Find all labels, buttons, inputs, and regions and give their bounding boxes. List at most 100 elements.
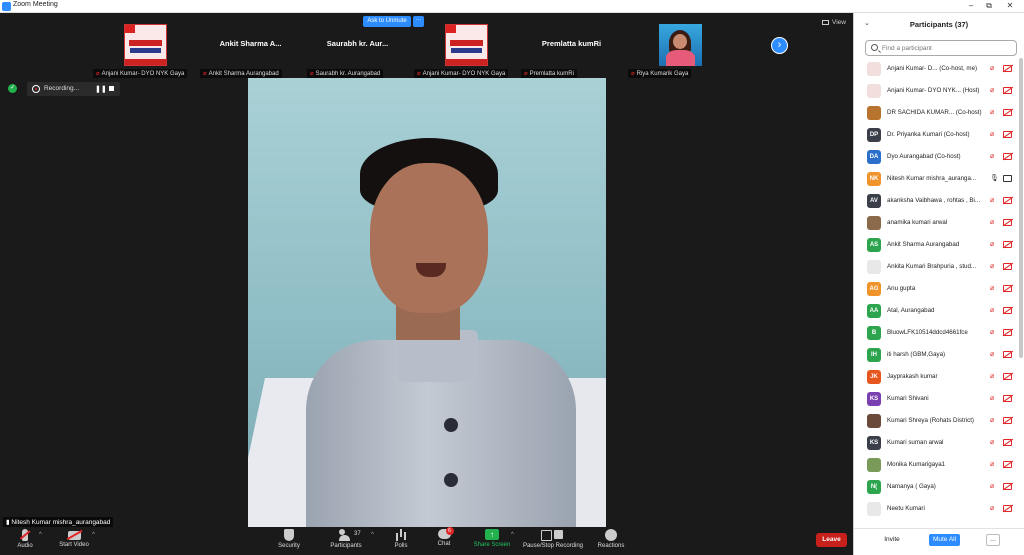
search-input[interactable] bbox=[882, 43, 1012, 54]
ask-to-unmute-button[interactable]: Ask to Unmute bbox=[363, 16, 411, 27]
maximize-icon[interactable]: ⧉ bbox=[982, 0, 996, 12]
mic-muted-icon[interactable]: ⌀ bbox=[990, 328, 994, 336]
video-caret-icon[interactable]: ^ bbox=[92, 532, 95, 538]
pause-stop-recording-button[interactable]: Pause/Stop Recording bbox=[520, 529, 586, 549]
participant-row[interactable]: B BluowLFK10514ddcd4661fce ⌀ bbox=[854, 322, 1019, 344]
gallery-tile[interactable]: ⌀ Anjani Kumar- DYO NYK Gaya bbox=[411, 15, 518, 78]
participant-row[interactable]: NK Nitesh Kumar mishra_auranga... 🎙 bbox=[854, 168, 1019, 190]
video-off-icon[interactable] bbox=[1003, 263, 1012, 270]
video-off-icon[interactable] bbox=[1003, 109, 1012, 116]
video-off-icon[interactable] bbox=[1003, 351, 1012, 358]
mic-icon[interactable]: 🎙 bbox=[990, 174, 999, 182]
chat-button[interactable]: 6 Chat bbox=[431, 527, 457, 547]
video-off-icon[interactable] bbox=[1003, 483, 1012, 490]
participant-row[interactable]: anamika kumari arwal ⌀ bbox=[854, 212, 1019, 234]
mic-muted-icon[interactable]: ⌀ bbox=[990, 196, 994, 204]
minimize-icon[interactable]: – bbox=[964, 0, 978, 12]
more-button[interactable]: ... bbox=[986, 534, 1000, 546]
mic-muted-icon[interactable]: ⌀ bbox=[990, 394, 994, 402]
participant-row[interactable]: JK Jayprakash kumar ⌀ bbox=[854, 366, 1019, 388]
gallery-tile[interactable]: Premlatta kumRi ⌀ Premlatta kumRi bbox=[518, 15, 625, 78]
start-video-button[interactable]: Start Video bbox=[54, 529, 94, 548]
security-button[interactable]: Security bbox=[274, 529, 304, 549]
participant-row[interactable]: DR SACHIDA KUMAR... (Co-host) ⌀ bbox=[854, 102, 1019, 124]
mic-muted-icon[interactable]: ⌀ bbox=[990, 482, 994, 490]
video-off-icon[interactable] bbox=[1003, 241, 1012, 248]
reactions-button[interactable]: Reactions bbox=[595, 529, 627, 549]
video-off-icon[interactable] bbox=[1003, 417, 1012, 424]
participant-row[interactable]: Anjani Kumar- D... (Co-host, me) ⌀ bbox=[854, 58, 1019, 80]
mic-muted-icon[interactable]: ⌀ bbox=[990, 416, 994, 424]
recording-icon bbox=[32, 85, 40, 93]
video-icon[interactable] bbox=[1003, 175, 1012, 182]
participant-row[interactable]: AA Atal, Aurangabad ⌀ bbox=[854, 300, 1019, 322]
mic-muted-icon[interactable]: ⌀ bbox=[990, 460, 994, 468]
video-off-icon[interactable] bbox=[1003, 329, 1012, 336]
mic-muted-icon[interactable]: ⌀ bbox=[990, 218, 994, 226]
audio-button[interactable]: Audio bbox=[10, 529, 40, 549]
next-page-icon[interactable]: › bbox=[771, 37, 788, 54]
video-off-icon[interactable] bbox=[1003, 307, 1012, 314]
participant-search[interactable] bbox=[865, 40, 1017, 56]
mic-muted-icon[interactable]: ⌀ bbox=[990, 504, 994, 512]
mic-muted-icon[interactable]: ⌀ bbox=[990, 86, 994, 94]
video-off-icon[interactable] bbox=[1003, 153, 1012, 160]
video-off-icon[interactable] bbox=[1003, 87, 1012, 94]
polls-button[interactable]: Polls bbox=[389, 529, 413, 549]
mic-muted-icon[interactable]: ⌀ bbox=[990, 108, 994, 116]
mute-all-button[interactable]: Mute All bbox=[929, 534, 960, 546]
mic-muted-icon[interactable]: ⌀ bbox=[990, 306, 994, 314]
more-options-button[interactable]: ··· bbox=[413, 16, 424, 27]
mic-muted-icon[interactable]: ⌀ bbox=[990, 64, 994, 72]
participant-row[interactable]: Ankita Kumari Brahpuria , stud... ⌀ bbox=[854, 256, 1019, 278]
participants-caret-icon[interactable]: ^ bbox=[371, 532, 374, 538]
mic-muted-icon[interactable]: ⌀ bbox=[990, 438, 994, 446]
participant-row[interactable]: AS Ankit Sharma Aurangabad ⌀ bbox=[854, 234, 1019, 256]
participant-name: anamika kumari arwal bbox=[887, 219, 948, 226]
participant-row[interactable]: AV akanksha Vaibhawa , rohtas , Bi... ⌀ bbox=[854, 190, 1019, 212]
participant-row[interactable]: Anjani Kumar- DYO NYK... (Host) ⌀ bbox=[854, 80, 1019, 102]
video-off-icon[interactable] bbox=[1003, 461, 1012, 468]
participant-row[interactable]: Neetu Kumari ⌀ bbox=[854, 498, 1019, 520]
participant-row[interactable]: DA Dyo Aurangabad (Co-host) ⌀ bbox=[854, 146, 1019, 168]
gallery-tile[interactable]: ⌀ Riya Kumarik Gaya bbox=[625, 15, 732, 78]
mic-muted-icon[interactable]: ⌀ bbox=[990, 130, 994, 138]
participant-row[interactable]: N(Namanya ( Gaya) ⌀ bbox=[854, 476, 1019, 498]
participant-row[interactable]: DP Dr. Priyanka Kumari (Co-host) ⌀ bbox=[854, 124, 1019, 146]
mic-muted-icon[interactable]: ⌀ bbox=[990, 372, 994, 380]
mic-muted-icon[interactable]: ⌀ bbox=[990, 284, 994, 292]
video-off-icon[interactable] bbox=[1003, 197, 1012, 204]
tile-label: ⌀ Premlatta kumRi bbox=[521, 69, 577, 78]
participant-row[interactable]: AG Anu gupta ⌀ bbox=[854, 278, 1019, 300]
video-off-icon[interactable] bbox=[1003, 373, 1012, 380]
gallery-tile[interactable]: ⌀ Anjani Kumar- DYO NYK Gaya bbox=[90, 15, 197, 78]
mic-muted-icon[interactable]: ⌀ bbox=[990, 262, 994, 270]
participant-row[interactable]: Monika Kumarigaya1 ⌀ bbox=[854, 454, 1019, 476]
invite-button[interactable]: Invite bbox=[880, 534, 904, 546]
mic-muted-icon[interactable]: ⌀ bbox=[990, 152, 994, 160]
participant-row[interactable]: IH iti harsh (GBM,Gaya) ⌀ bbox=[854, 344, 1019, 366]
youth-parliament-poster bbox=[445, 24, 488, 66]
panel-scrollbar[interactable] bbox=[1019, 58, 1023, 358]
video-off-icon[interactable] bbox=[1003, 65, 1012, 72]
leave-button[interactable]: Leave bbox=[816, 533, 847, 547]
audio-caret-icon[interactable]: ^ bbox=[39, 532, 42, 538]
video-off-icon[interactable] bbox=[1003, 439, 1012, 446]
video-off-icon[interactable] bbox=[1003, 395, 1012, 402]
video-off-icon[interactable] bbox=[1003, 285, 1012, 292]
share-screen-button[interactable]: ↑ Share Screen bbox=[471, 529, 513, 548]
participant-row[interactable]: KS Kumari Shivani ⌀ bbox=[854, 388, 1019, 410]
pause-recording-icon[interactable]: ❚❚ bbox=[95, 85, 107, 93]
video-off-icon[interactable] bbox=[1003, 219, 1012, 226]
close-icon[interactable]: ✕ bbox=[1003, 0, 1017, 12]
gallery-tile[interactable]: Ankit Sharma A... ⌀ Ankit Sharma Aurangab… bbox=[197, 15, 304, 78]
mic-muted-icon[interactable]: ⌀ bbox=[990, 240, 994, 248]
view-button[interactable]: View bbox=[822, 19, 846, 26]
share-caret-icon[interactable]: ^ bbox=[511, 532, 514, 538]
stop-recording-icon[interactable] bbox=[109, 86, 114, 91]
video-off-icon[interactable] bbox=[1003, 131, 1012, 138]
video-off-icon[interactable] bbox=[1003, 505, 1012, 512]
participant-row[interactable]: Kumari Shreya (Rohats District) ⌀ bbox=[854, 410, 1019, 432]
participant-row[interactable]: KS Kumari suman arwal ⌀ bbox=[854, 432, 1019, 454]
mic-muted-icon[interactable]: ⌀ bbox=[990, 350, 994, 358]
